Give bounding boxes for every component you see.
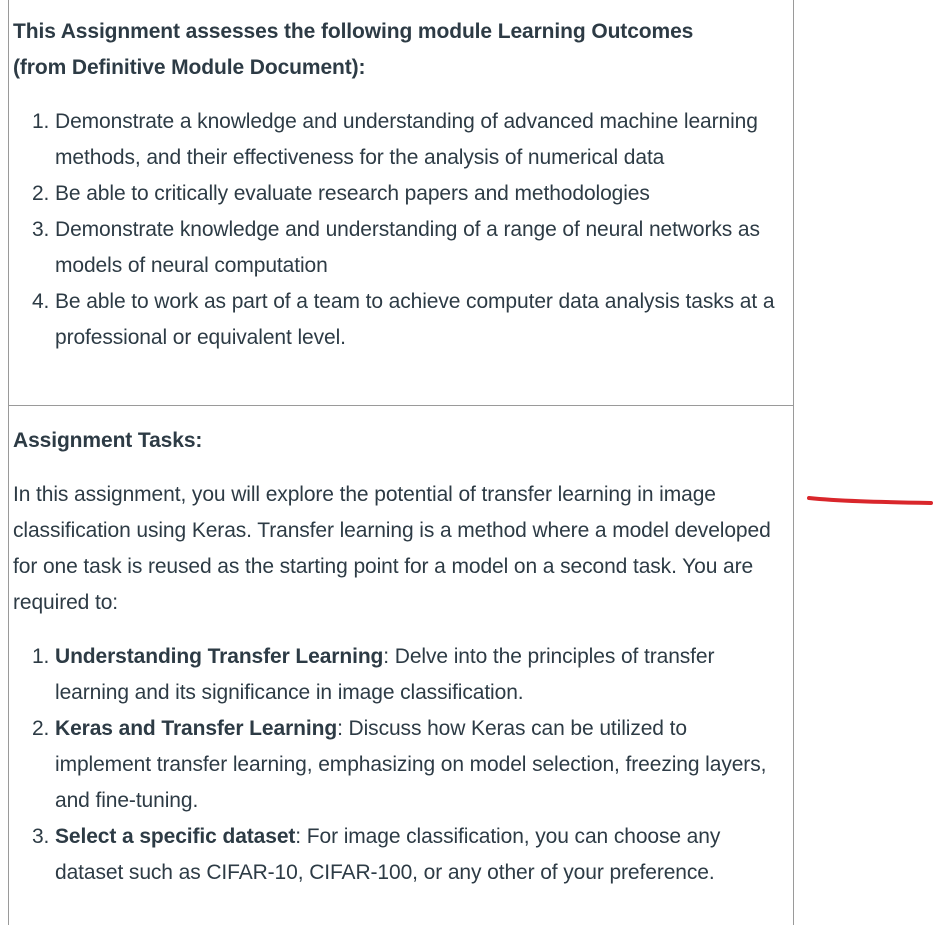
red-annotation-line [807,496,933,505]
assignment-tasks-list: Understanding Transfer Learning: Delve i… [13,639,783,891]
list-item: Demonstrate a knowledge and understandin… [55,104,783,176]
list-item: Understanding Transfer Learning: Delve i… [55,639,783,711]
list-item: Be able to work as part of a team to ach… [55,284,783,356]
task-title: Select a specific dataset [55,825,296,848]
learning-outcomes-heading-line1: This Assignment assesses the following m… [13,20,694,43]
list-item: Be able to critically evaluate research … [55,176,783,212]
assignment-intro-paragraph: In this assignment, you will explore the… [13,483,771,614]
learning-outcomes-cell: This Assignment assesses the following m… [9,0,793,406]
list-item: Keras and Transfer Learning: Discuss how… [55,711,783,819]
learning-outcomes-heading: This Assignment assesses the following m… [13,14,783,86]
task-title: Keras and Transfer Learning [55,717,338,740]
assignment-tasks-cell: Assignment Tasks: In this assignment, yo… [9,406,793,925]
content-table: This Assignment assesses the following m… [8,0,794,925]
list-item: Select a specific dataset: For image cla… [55,819,783,891]
assignment-tasks-heading: Assignment Tasks: [13,429,203,452]
task-title: Understanding Transfer Learning [55,645,384,668]
learning-outcomes-list: Demonstrate a knowledge and understandin… [13,104,783,356]
list-item: Demonstrate knowledge and understanding … [55,212,783,284]
learning-outcomes-heading-line2: (from Definitive Module Document): [13,56,366,79]
